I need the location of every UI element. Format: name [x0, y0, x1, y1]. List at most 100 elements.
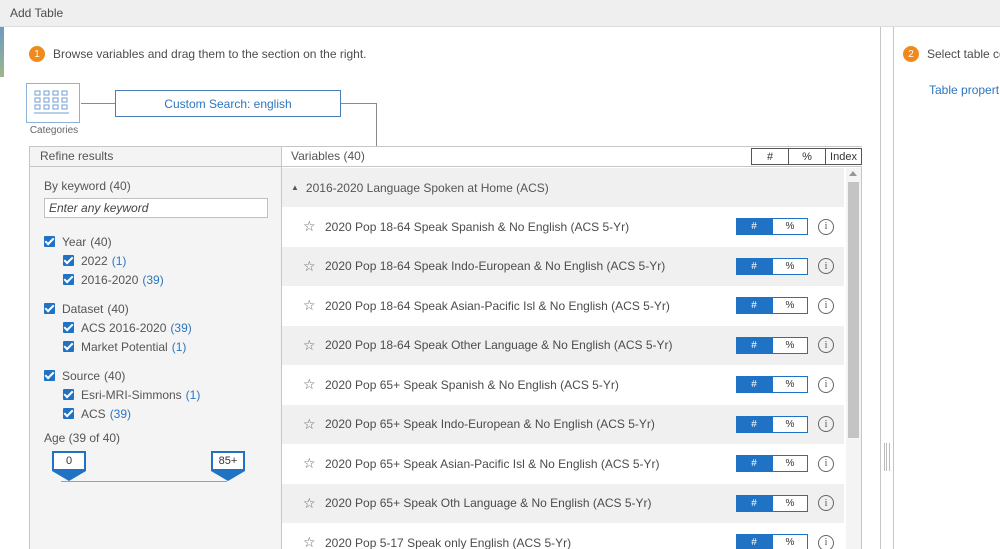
value-type-toggle: # %: [736, 494, 808, 512]
tab-count[interactable]: #: [751, 148, 789, 165]
info-icon[interactable]: i: [818, 416, 834, 433]
value-type-toggle: # %: [736, 455, 808, 473]
variable-label: 2020 Pop 65+ Speak Spanish & No English …: [325, 377, 619, 392]
variable-row[interactable]: ☆ 2020 Pop 18-64 Speak Indo-European & N…: [282, 246, 844, 286]
variable-row[interactable]: ☆ 2020 Pop 5-17 Speak only English (ACS …: [282, 523, 844, 549]
facet-year-2016-2020[interactable]: 2016-2020 (39): [44, 270, 267, 289]
facet-source-esri[interactable]: Esri-MRI-Simmons (1): [44, 385, 267, 404]
info-icon[interactable]: i: [818, 534, 834, 549]
checkbox-checked-icon[interactable]: [63, 255, 74, 266]
tab-percent[interactable]: %: [788, 148, 826, 165]
scroll-up-arrow-icon[interactable]: [849, 171, 857, 176]
collapse-triangle-icon[interactable]: ▲: [291, 183, 299, 192]
toggle-count[interactable]: #: [736, 415, 772, 433]
checkbox-checked-icon[interactable]: [44, 370, 55, 381]
keyword-title: By keyword (40): [44, 179, 131, 193]
variable-label: 2020 Pop 65+ Speak Indo-European & No En…: [325, 417, 655, 432]
custom-search-crumb[interactable]: Custom Search: english: [115, 90, 341, 117]
slider-max-value[interactable]: 85+: [211, 451, 245, 471]
favorite-star-icon[interactable]: ☆: [303, 297, 317, 314]
toggle-percent[interactable]: %: [772, 376, 808, 394]
toggle-count[interactable]: #: [736, 257, 772, 275]
variables-count: Variables (40): [291, 149, 365, 163]
facet-dataset-market-potential[interactable]: Market Potential (1): [44, 337, 267, 356]
favorite-star-icon[interactable]: ☆: [303, 416, 317, 433]
toggle-count[interactable]: #: [736, 455, 772, 473]
facet-year[interactable]: Year (40): [44, 232, 267, 251]
favorite-star-icon[interactable]: ☆: [303, 495, 317, 512]
window-title: Add Table: [10, 6, 64, 20]
variables-scrollbar[interactable]: [846, 168, 861, 549]
toggle-count[interactable]: #: [736, 218, 772, 236]
pane-splitter[interactable]: [880, 27, 894, 549]
age-range-slider[interactable]: 0 85+: [44, 451, 267, 491]
variable-row[interactable]: ☆ 2020 Pop 18-64 Speak Spanish & No Engl…: [282, 207, 844, 247]
toggle-count[interactable]: #: [736, 494, 772, 512]
table-properties-link[interactable]: Table propert: [929, 83, 999, 97]
facet-count: (1): [185, 387, 201, 402]
info-icon[interactable]: i: [818, 297, 834, 314]
variable-row[interactable]: ☆ 2020 Pop 65+ Speak Oth Language & No E…: [282, 483, 844, 523]
tab-index[interactable]: Index: [825, 148, 862, 165]
variable-row[interactable]: ☆ 2020 Pop 18-64 Speak Other Language & …: [282, 325, 844, 365]
info-icon[interactable]: i: [818, 495, 834, 512]
toggle-percent[interactable]: %: [772, 336, 808, 354]
facet-label: 2016-2020: [81, 272, 139, 287]
facet-dataset[interactable]: Dataset (40): [44, 299, 267, 318]
variable-group-header[interactable]: ▲ 2016-2020 Language Spoken at Home (ACS…: [282, 168, 844, 207]
variable-row[interactable]: ☆ 2020 Pop 18-64 Speak Asian-Pacific Isl…: [282, 286, 844, 326]
toggle-count[interactable]: #: [736, 534, 772, 549]
slider-max-handle[interactable]: [211, 471, 245, 481]
favorite-star-icon[interactable]: ☆: [303, 218, 317, 235]
checkbox-checked-icon[interactable]: [63, 274, 74, 285]
variable-label: 2020 Pop 65+ Speak Asian-Pacific Isl & N…: [325, 456, 660, 471]
categories-button[interactable]: Categories: [26, 83, 82, 136]
browse-panel: Refine results By keyword (40) Year (40)…: [29, 146, 862, 549]
toggle-percent[interactable]: %: [772, 455, 808, 473]
favorite-star-icon[interactable]: ☆: [303, 337, 317, 354]
value-type-toggle: # %: [736, 415, 808, 433]
favorite-star-icon[interactable]: ☆: [303, 455, 317, 472]
splitter-grip-icon[interactable]: [884, 443, 890, 471]
checkbox-checked-icon[interactable]: [44, 236, 55, 247]
variable-row[interactable]: ☆ 2020 Pop 65+ Speak Asian-Pacific Isl &…: [282, 444, 844, 484]
toggle-percent[interactable]: %: [772, 415, 808, 433]
scroll-thumb[interactable]: [848, 182, 859, 438]
info-icon[interactable]: i: [818, 376, 834, 393]
keyword-input[interactable]: [44, 198, 268, 218]
favorite-star-icon[interactable]: ☆: [303, 534, 317, 549]
facet-count: (40): [90, 234, 112, 249]
facet-source-acs[interactable]: ACS (39): [44, 404, 267, 423]
toggle-count[interactable]: #: [736, 297, 772, 315]
favorite-star-icon[interactable]: ☆: [303, 376, 317, 393]
toggle-percent[interactable]: %: [772, 257, 808, 275]
window-titlebar: Add Table: [0, 0, 1000, 27]
toggle-count[interactable]: #: [736, 376, 772, 394]
variable-row[interactable]: ☆ 2020 Pop 65+ Speak Indo-European & No …: [282, 404, 844, 444]
slider-min-value[interactable]: 0: [52, 451, 86, 471]
facet-year-2022[interactable]: 2022 (1): [44, 251, 267, 270]
checkbox-checked-icon[interactable]: [63, 341, 74, 352]
checkbox-checked-icon[interactable]: [63, 408, 74, 419]
toggle-percent[interactable]: %: [772, 297, 808, 315]
value-type-toggle: # %: [736, 218, 808, 236]
slider-min-handle[interactable]: [52, 471, 86, 481]
toggle-percent[interactable]: %: [772, 534, 808, 549]
step-number-badge: 2: [903, 46, 919, 62]
variable-row[interactable]: ☆ 2020 Pop 65+ Speak Spanish & No Englis…: [282, 365, 844, 405]
info-icon[interactable]: i: [818, 218, 834, 235]
checkbox-checked-icon[interactable]: [63, 322, 74, 333]
favorite-star-icon[interactable]: ☆: [303, 258, 317, 275]
toggle-percent[interactable]: %: [772, 218, 808, 236]
facet-dataset-acs[interactable]: ACS 2016-2020 (39): [44, 318, 267, 337]
info-icon[interactable]: i: [818, 455, 834, 472]
info-icon[interactable]: i: [818, 337, 834, 354]
checkbox-checked-icon[interactable]: [63, 389, 74, 400]
slider-track[interactable]: [61, 481, 227, 482]
facet-count: (40): [107, 301, 129, 316]
toggle-percent[interactable]: %: [772, 494, 808, 512]
toggle-count[interactable]: #: [736, 336, 772, 354]
info-icon[interactable]: i: [818, 258, 834, 275]
facet-source[interactable]: Source (40): [44, 366, 267, 385]
checkbox-checked-icon[interactable]: [44, 303, 55, 314]
